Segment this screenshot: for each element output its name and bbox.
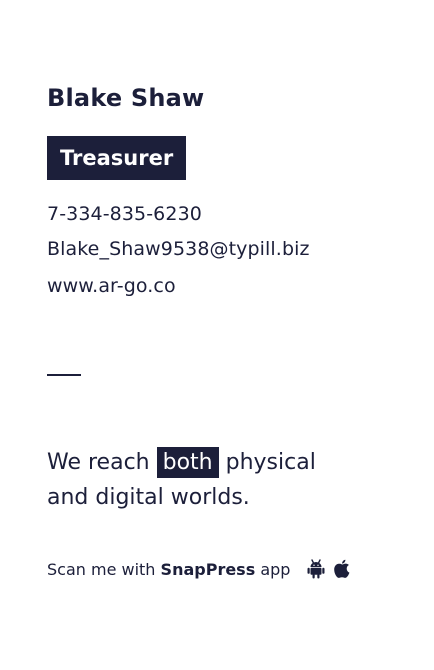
business-card: Blake Shaw Treasurer 7-334-835-6230 Blak… — [0, 0, 434, 670]
scan-suffix: app — [260, 559, 291, 579]
app-store-icons — [307, 559, 351, 579]
person-name: Blake Shaw — [47, 84, 205, 112]
role-badge: Treasurer — [47, 136, 187, 180]
tagline-highlight: both — [156, 447, 219, 478]
divider — [47, 374, 81, 376]
tagline-line2: and digital worlds. — [47, 485, 250, 510]
scan-prefix: Scan me with — [47, 559, 156, 579]
phone-number[interactable]: 7-334-835-6230 — [47, 203, 202, 225]
email-address[interactable]: Blake_Shaw9538@typill.biz — [47, 238, 310, 260]
tagline-after: physical — [225, 450, 316, 475]
tagline-before: We reach — [47, 450, 150, 475]
apple-icon[interactable] — [333, 559, 351, 579]
scan-brand: SnapPress — [160, 559, 256, 579]
tagline: We reach both physical and digital world… — [47, 445, 316, 515]
scan-instruction: Scan me with SnapPress app — [47, 559, 351, 579]
android-icon[interactable] — [307, 559, 325, 579]
website-link[interactable]: www.ar-go.co — [47, 275, 176, 297]
